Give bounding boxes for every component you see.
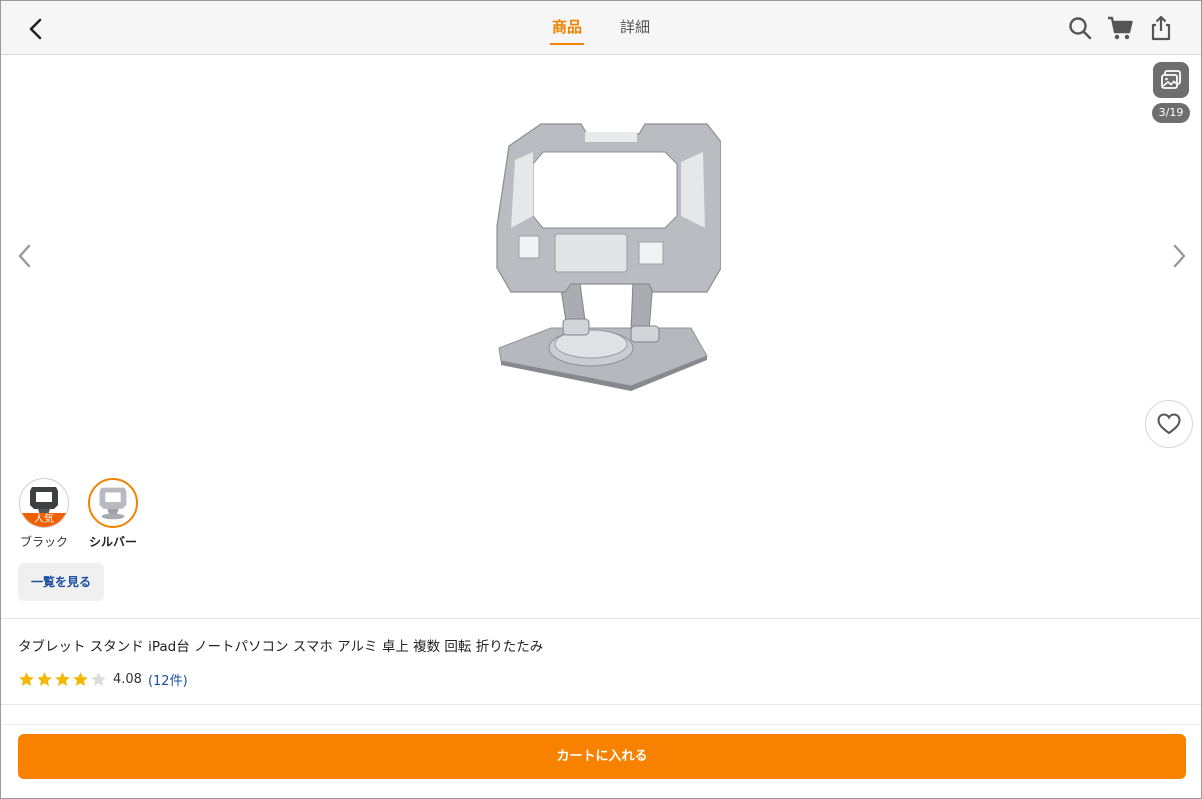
star-filled-icon	[55, 671, 70, 686]
heart-icon	[1157, 413, 1181, 435]
divider	[1, 724, 1201, 725]
variant-silver[interactable]: シルバー	[83, 478, 143, 550]
divider	[1, 704, 1201, 705]
variant-thumbnail: 人気	[19, 478, 69, 528]
gallery-button[interactable]	[1153, 62, 1189, 98]
review-count-link[interactable]: (12件)	[148, 670, 188, 689]
gallery-icon	[1161, 70, 1181, 89]
favorite-button[interactable]	[1145, 400, 1193, 448]
share-icon	[1151, 15, 1171, 41]
tab-bar: 商品 詳細	[1, 1, 1201, 55]
star-empty-icon	[91, 671, 106, 686]
prev-image-button[interactable]	[13, 241, 37, 271]
cart-button[interactable]	[1106, 14, 1134, 42]
star-filled-icon	[19, 671, 34, 686]
variant-label: シルバー	[88, 535, 137, 549]
view-all-variants-button[interactable]: 一覧を見る	[18, 563, 104, 601]
tab-product[interactable]: 商品	[549, 1, 585, 55]
cart-icon	[1108, 16, 1133, 40]
tab-details[interactable]: 詳細	[618, 1, 652, 55]
top-bar: 商品 詳細	[1, 1, 1201, 55]
rating-score: 4.08	[113, 671, 142, 687]
share-button[interactable]	[1147, 14, 1175, 42]
stand-thumbnail-silver	[99, 487, 127, 520]
variant-black[interactable]: 人気 ブラック	[14, 478, 74, 550]
star-filled-icon	[73, 671, 88, 686]
variant-thumbnail	[88, 478, 138, 528]
search-button[interactable]	[1066, 14, 1094, 42]
variant-label: ブラック	[19, 535, 68, 549]
next-image-button[interactable]	[1167, 241, 1191, 271]
add-to-cart-button[interactable]: カートに入れる	[18, 734, 1186, 779]
rating-stars	[18, 671, 107, 688]
star-filled-icon	[37, 671, 52, 686]
image-counter: 3/19	[1152, 103, 1190, 123]
product-title: タブレット スタンド iPad台 ノートパソコン スマホ アルミ 卓上 複数 回…	[18, 639, 544, 655]
search-icon	[1069, 17, 1092, 40]
divider	[1, 618, 1201, 619]
product-rating: 4.08 (12件)	[18, 669, 188, 689]
popular-badge: 人気	[20, 513, 68, 527]
chevron-left-icon	[18, 244, 31, 268]
product-image	[496, 123, 721, 391]
chevron-right-icon	[1173, 244, 1186, 268]
